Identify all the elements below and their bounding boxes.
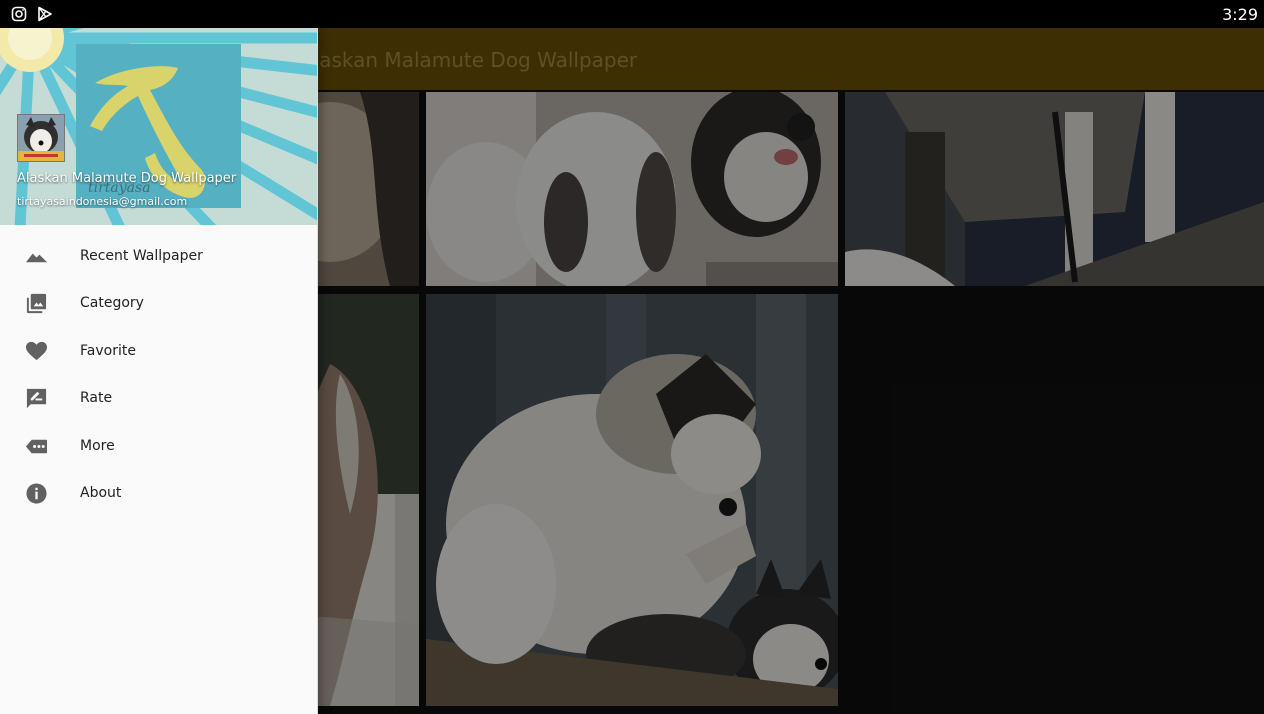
- mountain-icon: [25, 253, 48, 263]
- instagram-icon: [11, 6, 27, 22]
- menu-item-category[interactable]: Category: [0, 280, 317, 327]
- malamute-avatar-image: [18, 115, 64, 161]
- menu-item-recent-wallpaper[interactable]: Recent Wallpaper: [0, 233, 317, 280]
- menu-item-more[interactable]: More: [0, 423, 317, 470]
- more-icon: [25, 439, 48, 453]
- menu-item-label: Favorite: [80, 342, 136, 359]
- rate-review-icon: [26, 389, 47, 409]
- menu-item-label: Category: [80, 295, 144, 312]
- avatar[interactable]: [17, 114, 65, 162]
- header-app-name: Alaskan Malamute Dog Wallpaper: [17, 171, 237, 186]
- status-time: 3:29: [1222, 5, 1258, 24]
- drawer-header: tirtayasa Alaskan Malamute Dog Wallpaper…: [0, 28, 317, 225]
- menu-item-label: Recent Wallpaper: [80, 248, 203, 264]
- header-email: tirtayasaindonesia@gmail.com: [17, 195, 188, 208]
- menu-item-rate[interactable]: Rate: [0, 375, 317, 422]
- photo-library-icon: [26, 294, 47, 314]
- menu-item-favorite[interactable]: Favorite: [0, 328, 317, 375]
- menu-item-label: About: [80, 484, 122, 501]
- heart-icon: [25, 341, 48, 360]
- menu-item-label: More: [80, 437, 115, 454]
- play-store-icon: [38, 6, 52, 22]
- navigation-drawer: tirtayasa Alaskan Malamute Dog Wallpaper…: [0, 28, 318, 714]
- info-icon: [26, 483, 47, 504]
- menu-item-label: Rate: [80, 390, 113, 407]
- menu-item-about[interactable]: About: [0, 470, 317, 517]
- drawer-menu: Recent Wallpaper Category Favorite Rate: [0, 233, 317, 517]
- status-bar: 3:29: [0, 0, 1264, 28]
